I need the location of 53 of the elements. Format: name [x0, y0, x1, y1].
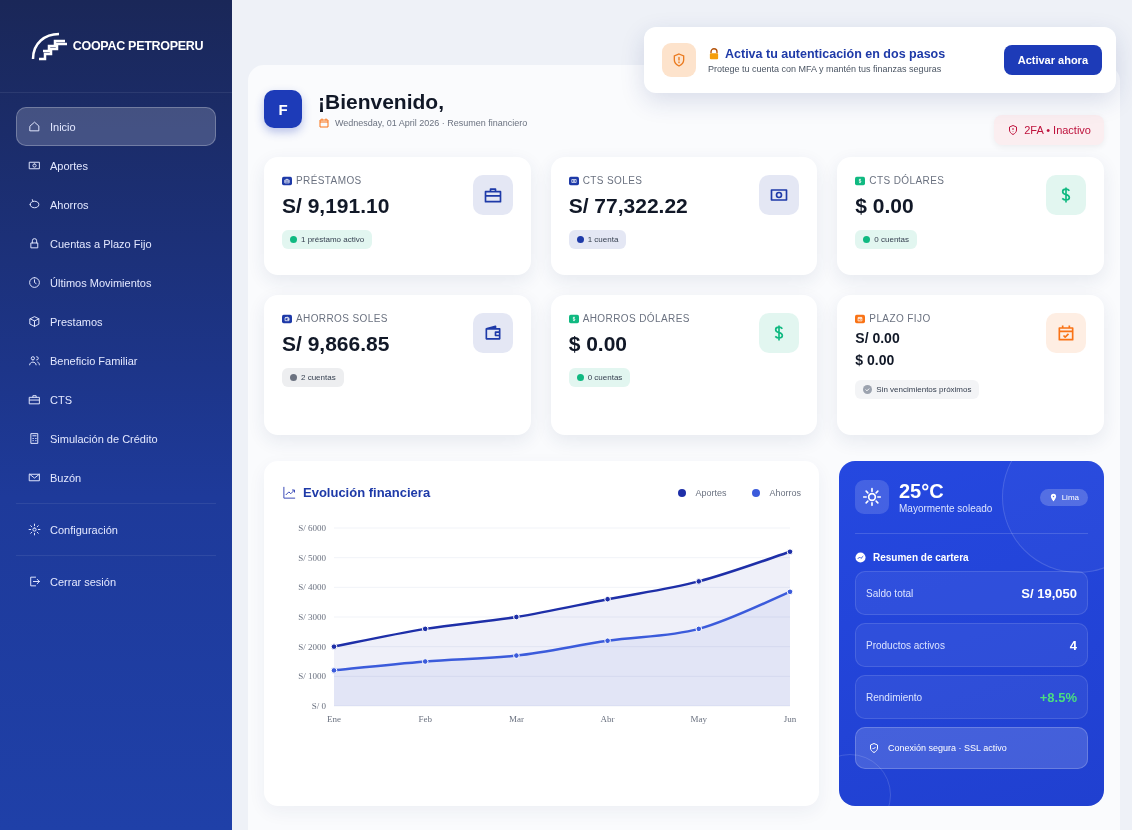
badge-text: 1 cuenta — [587, 235, 619, 244]
badge-text: 1 préstamo activo — [301, 235, 365, 244]
card-label: CTS SOLES — [582, 175, 643, 186]
date-text: Wednesday, 01 April 2026 · Resumen financiero — [335, 117, 528, 128]
axis-label: May — [690, 714, 708, 724]
location-text: Lima — [1061, 492, 1079, 502]
summary-value: 4 — [1069, 637, 1077, 653]
axis-label: S/ 6000 — [298, 523, 326, 533]
card-value: S/ 9,866.85 — [282, 332, 390, 356]
summary-value: +8.5% — [1039, 689, 1077, 705]
axis-label: Abr — [600, 714, 615, 724]
notification-text: Protege tu cuenta con MFA y mantén tus finanzas seguras — [708, 63, 943, 74]
badge-text: 0 cuentas — [587, 373, 623, 382]
badge-text: 0 cuentas — [874, 235, 910, 244]
chart-title: Evolución financiera — [303, 485, 432, 500]
avatar: F — [264, 90, 302, 128]
weather-condition: Mayormente soleado — [899, 503, 994, 514]
legend-label: Ahorros — [769, 487, 801, 498]
axis-label: S/ 4000 — [298, 582, 326, 593]
axis-label: S/ 0 — [311, 701, 326, 711]
card-value: $ 0.00 — [855, 194, 914, 218]
card-value: S/ 0.00 — [855, 330, 900, 346]
summary-value: S/ 19,050 — [1021, 585, 1077, 601]
summary-label: Productos activos — [866, 639, 945, 651]
greeting: ¡Bienvenido, — [318, 89, 445, 114]
summary-label: Rendimiento — [866, 691, 923, 703]
axis-label: Mar — [508, 714, 524, 724]
card-value: $ 0.00 — [855, 352, 895, 368]
summary-label: Saldo total — [866, 587, 914, 599]
axis-label: S/ 2000 — [298, 641, 326, 652]
axis-label: Feb — [418, 714, 432, 724]
axis-label: Ene — [327, 714, 341, 724]
notification-title: Activa tu autenticación en dos pasos — [725, 46, 946, 61]
axis-label: S/ 1000 — [298, 671, 326, 682]
legend-label: Aportes — [695, 487, 727, 498]
card-label: AHORROS DÓLARES — [582, 313, 690, 324]
status-text: 2FA • Inactivo — [1024, 124, 1091, 136]
axis-label: S/ 5000 — [298, 552, 326, 563]
portfolio-title: Resumen de cartera — [873, 552, 969, 563]
card-label: AHORROS SOLES — [296, 313, 388, 324]
card-value: S/ 9,191.10 — [282, 194, 390, 218]
axis-label: S/ 3000 — [298, 612, 326, 622]
card-label: PLAZO FIJO — [869, 313, 931, 324]
temperature: 25°C — [899, 480, 945, 503]
card-label: CTS DÓLARES — [869, 175, 945, 186]
card-value: $ 0.00 — [568, 332, 628, 356]
card-value: S/ 77,322.22 — [568, 194, 688, 218]
badge-text: Sin vencimientos próximos — [876, 385, 972, 394]
axis-label: Jun — [783, 714, 797, 724]
card-label: PRÉSTAMOS — [296, 175, 362, 186]
security-text: Conexión segura · SSL activo — [888, 743, 1007, 753]
badge-text: 2 cuentas — [301, 373, 336, 382]
logo-text: COOPAC PETROPERU — [72, 39, 204, 53]
